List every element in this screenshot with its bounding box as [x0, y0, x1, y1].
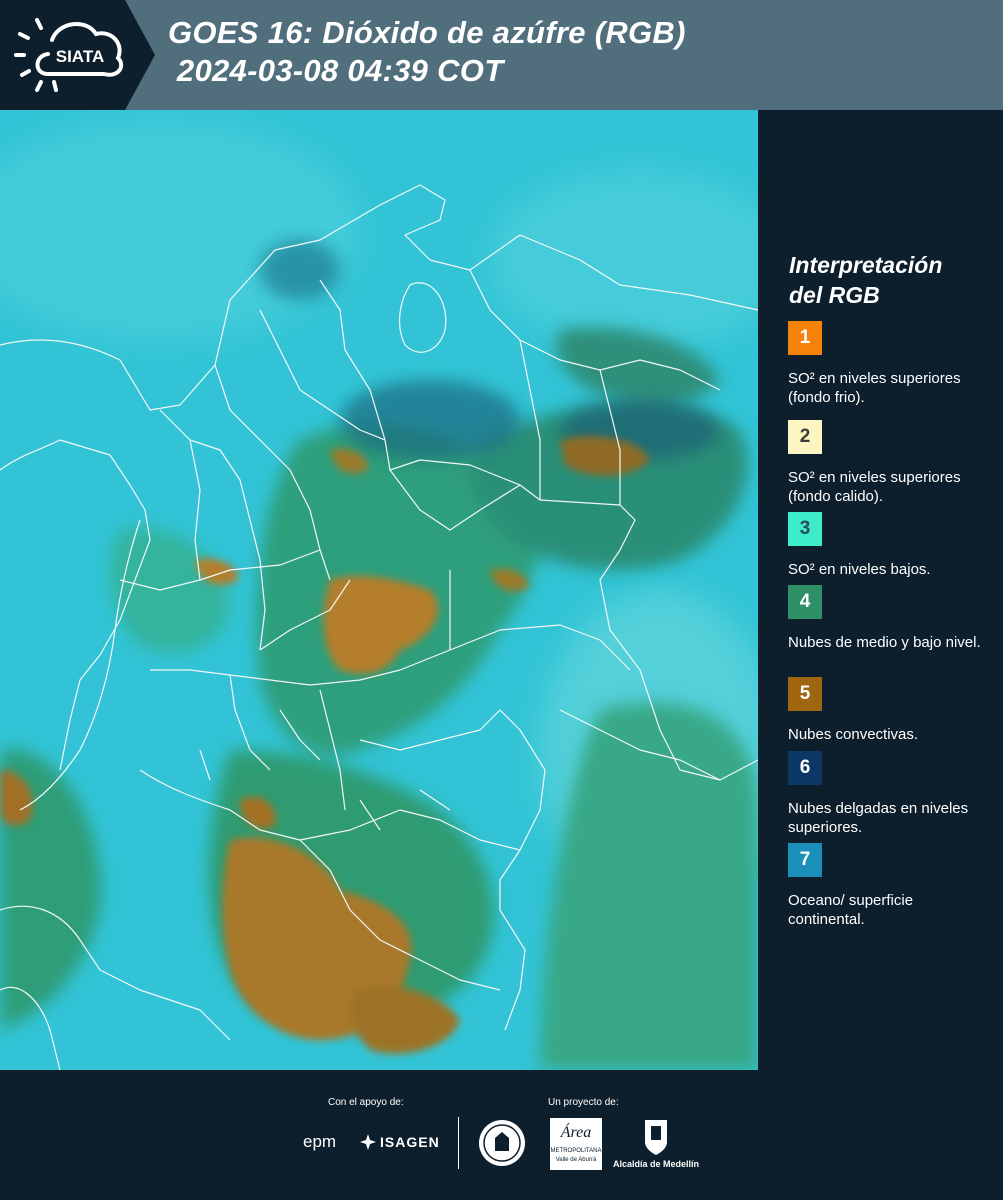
seal-icon	[479, 1120, 525, 1166]
area-metropolitana-logo: Área METROPOLITANA Valle de Aburrá	[550, 1118, 602, 1170]
legend-item-3: 3 SO² en niveles bajos.	[788, 512, 993, 579]
legend-swatch: 2	[788, 420, 822, 454]
legend-swatch: 7	[788, 843, 822, 877]
area-line1: METROPOLITANA	[550, 1148, 602, 1154]
legend-swatch: 5	[788, 677, 822, 711]
legend-swatch: 3	[788, 512, 822, 546]
header: SIATA GOES 16: Dióxido de azúfre (RGB) 2…	[0, 0, 1003, 110]
legend-swatch: 1	[788, 321, 822, 355]
metropolitana-seal	[477, 1118, 527, 1173]
legend-item-label: SO² en niveles superiores (fondo calido)…	[788, 469, 961, 505]
title-line-datetime: 2024-03-08 04:39 COT	[168, 53, 504, 88]
legend-item-6: 6 Nubes delgadas en niveles superiores.	[788, 751, 993, 837]
support-label: Con el apoyo de:	[328, 1097, 404, 1108]
legend-item-label: Nubes delgadas en niveles superiores.	[788, 800, 969, 836]
satellite-map[interactable]	[0, 110, 758, 1070]
project-label: Un proyecto de:	[548, 1097, 619, 1108]
legend-panel: Interpretación del RGB 1 SO² en niveles …	[758, 110, 1003, 1070]
area-line2: Valle de Aburrá	[555, 1157, 597, 1163]
siata-logo-shape: SIATA	[0, 0, 155, 110]
legend-item-5: 5 Nubes convectivas.	[788, 677, 993, 744]
legend-item-label: SO² en niveles bajos.	[788, 561, 931, 578]
legend-item-label: Nubes de medio y bajo nivel.	[788, 634, 981, 651]
epm-logo: epm	[303, 1132, 337, 1151]
alcaldia-label: Alcaldía de Medellín	[613, 1159, 700, 1169]
isagen-mark-icon	[360, 1134, 376, 1150]
shield-icon	[645, 1120, 667, 1155]
legend-item-label: SO² en niveles superiores (fondo frio).	[788, 370, 961, 406]
legend-item-1: 1 SO² en niveles superiores (fondo frio)…	[788, 321, 993, 407]
legend-item-7: 7 Oceano/ superficie continental.	[788, 843, 993, 929]
siata-logo: SIATA	[0, 0, 155, 110]
legend-title: Interpretación del RGB	[789, 250, 989, 310]
legend-item-4: 4 Nubes de medio y bajo nivel.	[788, 585, 993, 652]
title-line-product: GOES 16: Dióxido de azúfre (RGB)	[168, 15, 686, 50]
logo-text: SIATA	[56, 47, 104, 66]
footer-divider	[458, 1117, 459, 1169]
legend-title-line1: Interpretación	[789, 252, 943, 278]
footer: Con el apoyo de: Un proyecto de: epm ISA…	[0, 1070, 1003, 1200]
isagen-text: ISAGEN	[380, 1134, 440, 1150]
page-title: GOES 16: Dióxido de azúfre (RGB) 2024-03…	[168, 14, 686, 90]
legend-item-label: Nubes convectivas.	[788, 726, 919, 743]
legend-swatch: 4	[788, 585, 822, 619]
satellite-image	[0, 110, 758, 1070]
legend-title-line2: del RGB	[789, 282, 880, 308]
area-logo-text: Área	[560, 1124, 592, 1141]
legend-item-label: Oceano/ superficie continental.	[788, 892, 914, 928]
legend-swatch: 6	[788, 751, 822, 785]
legend-item-2: 2 SO² en niveles superiores (fondo calid…	[788, 420, 993, 506]
alcaldia-shield	[643, 1118, 669, 1161]
